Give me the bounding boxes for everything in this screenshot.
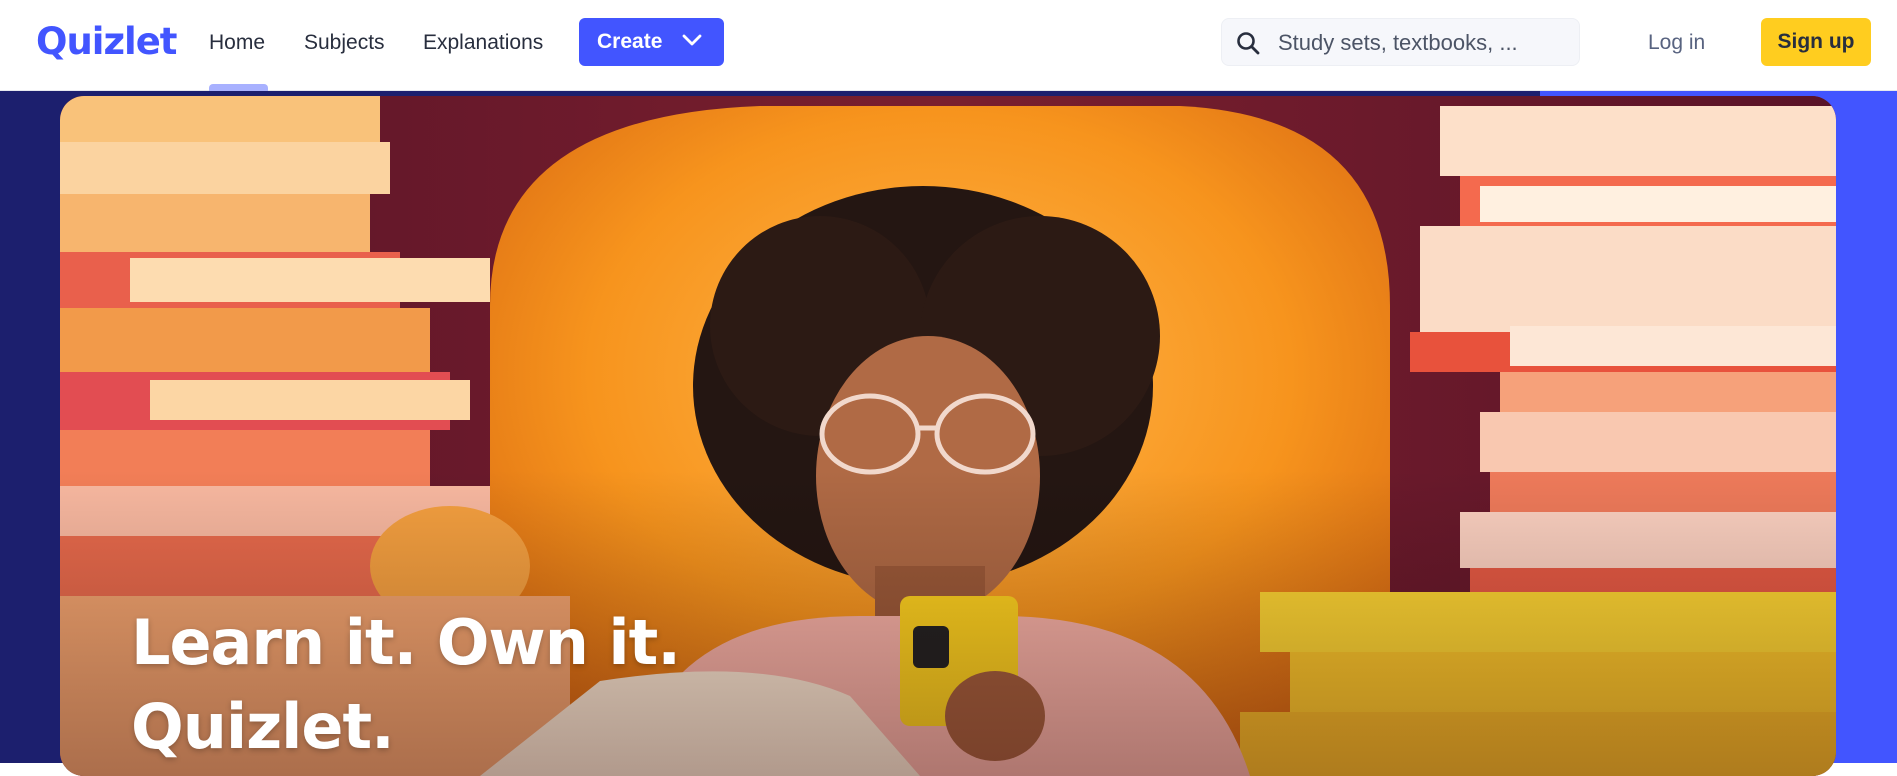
quizlet-logo[interactable]: Quizlet: [36, 20, 177, 64]
create-button[interactable]: Create: [579, 18, 724, 66]
top-navigation-bar: Quizlet Home Subjects Explanations Creat…: [0, 0, 1897, 91]
search-input[interactable]: [1276, 27, 1566, 59]
nav-home-link[interactable]: Home: [209, 30, 265, 56]
sign-up-button[interactable]: Sign up: [1761, 18, 1871, 66]
hero-headline-line-1: Learn it. Own it.: [131, 606, 681, 679]
nav-subjects-link[interactable]: Subjects: [304, 30, 385, 56]
nav-explanations-link[interactable]: Explanations: [423, 30, 543, 56]
log-in-link[interactable]: Log in: [1648, 30, 1705, 56]
search-bar[interactable]: [1221, 18, 1580, 66]
hero-headline: Learn it. Own it. Quizlet.: [131, 601, 831, 769]
chevron-down-icon: [682, 34, 702, 46]
create-button-label: Create: [597, 30, 663, 53]
hero-headline-line-2: Quizlet.: [131, 690, 395, 763]
active-nav-indicator: [209, 84, 268, 91]
search-icon: [1237, 32, 1260, 55]
